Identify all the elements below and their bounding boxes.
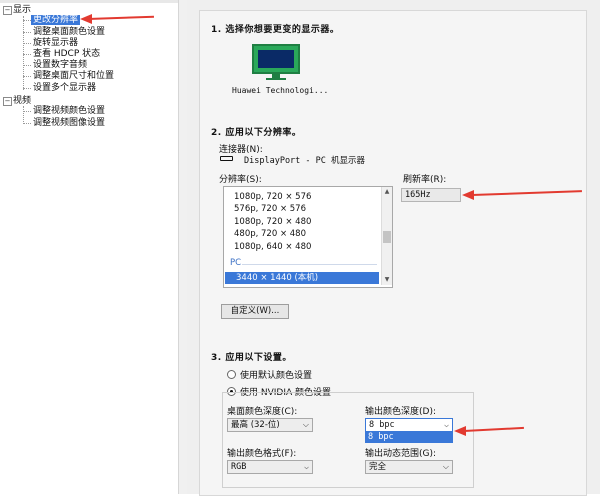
refresh-rate-field[interactable]: 165Hz (401, 188, 461, 202)
refresh-label: 刷新率(R): (403, 175, 447, 185)
tree-guide-line (23, 16, 24, 90)
list-item[interactable]: 1080p, 720 × 480 (234, 216, 311, 228)
tree-scrollbar[interactable] (178, 0, 187, 494)
monitor-icon[interactable] (252, 44, 300, 80)
output-range-label: 输出动态范围(G): (365, 449, 437, 459)
section3-title: 3. 应用以下设置。 (211, 353, 292, 363)
desktop-depth-label: 桌面颜色深度(C): (227, 407, 298, 417)
group-divider (242, 264, 377, 265)
radio-default-color[interactable] (227, 370, 236, 379)
tree-branch (23, 76, 31, 77)
list-group-pc: PC (230, 258, 242, 268)
tree-branch (23, 20, 31, 21)
navigation-tree: − 显示 更改分辨率 调整桌面颜色设置 旋转显示器 查看 HDCP 状态 设置数… (0, 0, 187, 494)
output-format-label: 输出颜色格式(F): (227, 449, 297, 459)
desktop-depth-select[interactable]: 最高 (32-位) ⌵ (227, 418, 313, 432)
list-item-selected[interactable]: 3440 × 1440 (本机) (225, 272, 379, 284)
tree-category-display[interactable]: 显示 (13, 4, 31, 16)
tree-branch (23, 88, 31, 89)
chevron-down-icon: ⌵ (304, 462, 309, 471)
customize-button[interactable]: 自定义(W)... (221, 304, 289, 319)
tree-branch (23, 65, 31, 66)
annotation-arrowhead (454, 426, 466, 436)
chevron-down-icon: ⌵ (302, 420, 309, 429)
tree-item-video-color[interactable]: 调整视频颜色设置 (33, 105, 105, 117)
tree-branch (23, 32, 31, 33)
tree-branch (23, 43, 31, 44)
output-depth-value: 8 bpc (369, 420, 395, 430)
annotation-arrowhead (462, 190, 474, 200)
tree-top-strip (0, 0, 178, 3)
list-item[interactable]: 576p, 720 × 576 (234, 203, 306, 215)
list-item[interactable]: 1080p, 640 × 480 (234, 241, 311, 253)
connector-value: DisplayPort - PC 机显示器 (244, 156, 365, 166)
tree-item-video-image[interactable]: 调整视频图像设置 (33, 117, 105, 129)
resolution-label: 分辨率(S): (219, 175, 262, 185)
resolution-listbox[interactable]: 1080p, 720 × 576 576p, 720 × 576 1080p, … (223, 186, 393, 288)
list-item[interactable]: 480p, 720 × 480 (234, 228, 306, 240)
output-format-select[interactable]: RGB ⌵ (227, 460, 313, 474)
monitor-frame (252, 44, 300, 74)
collapse-icon[interactable]: − (3, 97, 12, 106)
listbox-scrollbar[interactable]: ▲ ▼ (381, 187, 392, 285)
tree-branch (23, 54, 31, 55)
section2-title: 2. 应用以下分辨率。 (211, 128, 302, 138)
output-range-select[interactable]: 完全 ⌵ (365, 460, 453, 474)
output-depth-select[interactable]: 8 bpc ⌵ (365, 418, 453, 432)
output-depth-option[interactable]: 8 bpc (365, 432, 453, 443)
tree-item-change-resolution[interactable]: 更改分辨率 (31, 14, 81, 26)
scroll-down-icon[interactable]: ▼ (383, 276, 391, 284)
collapse-icon[interactable]: − (3, 6, 12, 15)
monitor-screen (258, 50, 294, 68)
monitor-base (266, 78, 286, 80)
tree-category-video[interactable]: 视频 (13, 95, 31, 107)
annotation-arrowhead (80, 14, 92, 24)
chevron-down-icon: ⌵ (444, 420, 449, 429)
tree-guide-line (23, 106, 24, 124)
output-format-value: RGB (231, 462, 247, 472)
tree-branch (23, 123, 31, 124)
monitor-label[interactable]: Huawei Technologi... (232, 86, 328, 95)
section1-title: 1. 选择你想要更变的显示器。 (211, 25, 340, 35)
displayport-icon (220, 156, 233, 161)
desktop-depth-value: 最高 (32-位) (231, 420, 280, 430)
tree-item-multiple-displays[interactable]: 设置多个显示器 (33, 82, 96, 94)
output-range-value: 完全 (369, 462, 387, 472)
chevron-down-icon: ⌵ (442, 462, 449, 471)
output-depth-label: 输出颜色深度(D): (365, 407, 436, 417)
scroll-thumb[interactable] (383, 231, 391, 243)
scroll-up-icon[interactable]: ▲ (383, 188, 391, 196)
list-item[interactable]: 1080p, 720 × 576 (234, 191, 311, 203)
tree-branch (23, 111, 31, 112)
radio-default-color-label[interactable]: 使用默认颜色设置 (240, 368, 312, 381)
tree-item-desktop-size[interactable]: 调整桌面尺寸和位置 (33, 70, 114, 82)
